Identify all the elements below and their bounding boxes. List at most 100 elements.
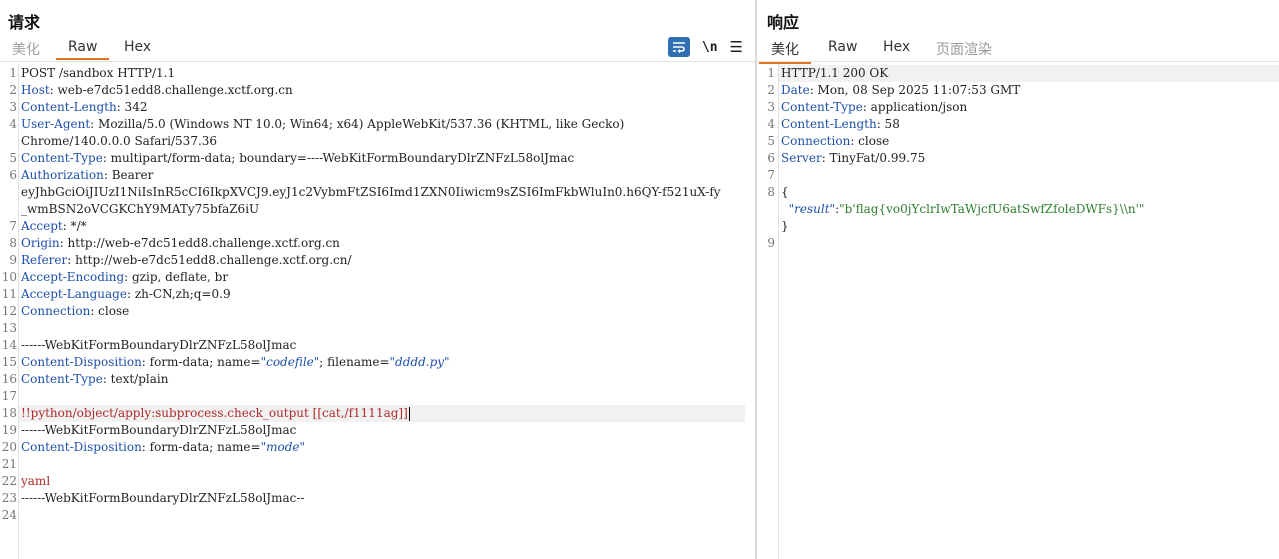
line-number: 23 [1, 491, 17, 505]
code-line: _wmBSN2oVCGKChY9MATy75bfaZ6iU [19, 201, 755, 218]
code-line: ------WebKitFormBoundaryDlrZNFzL58olJmac… [19, 490, 755, 507]
code-line: yaml [19, 473, 755, 490]
header-key: Content-Type [21, 372, 103, 386]
response-tab-pretty[interactable]: 美化 [759, 39, 811, 64]
request-tab-raw[interactable]: Raw [55, 39, 111, 60]
code-line: Date: Mon, 08 Sep 2025 11:07:53 GMT [779, 82, 1279, 99]
line-number: 9 [9, 253, 17, 267]
response-editor[interactable]: 1 2 3 4 5 6 7 8 9 HTTP/1.1 200 OK Date: Mon, 08 S… [757, 64, 1279, 559]
code-line: !!python/object/apply:subprocess.check_o… [19, 405, 745, 422]
code-text: : */* [62, 219, 87, 233]
code-line: User-Agent: Mozilla/5.0 (Windows NT 10.0… [19, 116, 755, 133]
code-line: Origin: http://web-e7dc51edd8.challenge.… [19, 235, 755, 252]
header-key: Accept-Encoding [21, 270, 125, 284]
code-line: Content-Length: 58 [779, 116, 1279, 133]
line-number: 17 [1, 389, 17, 403]
request-toolbar: \n ☰ [667, 36, 743, 58]
line-number: 1 [9, 66, 17, 80]
code-text: "codefile" [260, 355, 320, 369]
code-line: Referer: http://web-e7dc51edd8.challenge… [19, 252, 755, 269]
code-text: : Bearer [103, 168, 154, 182]
code-text: : web-e7dc51edd8.challenge.xctf.org.cn [49, 83, 293, 97]
code-text: ------WebKitFormBoundaryDlrZNFzL58olJmac [21, 338, 297, 352]
line-number: 14 [1, 338, 17, 352]
header-key: Date [781, 83, 810, 97]
code-text: "result" [788, 202, 836, 216]
header-key: Connection [21, 304, 91, 318]
header-key: Origin [21, 236, 60, 250]
response-tab-raw[interactable]: Raw [828, 39, 857, 55]
line-number: 13 [1, 321, 17, 335]
line-number: 20 [1, 440, 17, 454]
code-line: HTTP/1.1 200 OK [779, 65, 1279, 82]
code-text: : http://web-e7dc51edd8.challenge.xctf.o… [59, 236, 340, 250]
line-number: 6 [767, 151, 775, 165]
code-line: "result":"b'flag{vo0jYclrIwTaWjcfU6atSwf… [779, 201, 1279, 218]
code-text: ------WebKitFormBoundaryDlrZNFzL58olJmac… [21, 491, 305, 505]
line-number: 4 [767, 117, 775, 131]
line-number: 24 [1, 508, 17, 522]
header-key: Content-Type [781, 100, 863, 114]
line-number: 2 [767, 83, 775, 97]
request-editor[interactable]: 1 2 3 4 5 6 7 8 9 10 11 12 13 14 15 16 17 18 19 20 21 22 23 24 … [0, 64, 755, 559]
code-text: : zh-CN,zh;q=0.9 [126, 287, 231, 301]
response-tabs: 美化 Raw Hex 页面渲染 [757, 36, 1279, 64]
line-number: 12 [1, 304, 17, 318]
response-pane: 响应 美化 Raw Hex 页面渲染 1 2 3 4 5 6 7 8 9 HTTP/1.1 20… [757, 0, 1279, 559]
line-number: 21 [1, 457, 17, 471]
request-tab-hex[interactable]: Hex [124, 39, 151, 55]
header-key: User-Agent [21, 117, 91, 131]
header-key: Accept-Language [21, 287, 127, 301]
code-line: Accept-Language: zh-CN,zh;q=0.9 [19, 286, 755, 303]
code-text: : gzip, deflate, br [124, 270, 229, 284]
line-number: 10 [1, 270, 17, 284]
code-text: : close [90, 304, 130, 318]
line-number: 3 [767, 100, 775, 114]
code-text: : application/json [862, 100, 968, 114]
header-key: Content-Disposition [21, 440, 142, 454]
code-line: Content-Type: multipart/form-data; bound… [19, 150, 755, 167]
request-pane: 请求 美化 Raw Hex \n ☰ 1 2 3 4 5 6 7 8 9 10 11 12 13 14 15… [0, 0, 755, 559]
code-text: : 58 [876, 117, 900, 131]
line-number: 7 [9, 219, 17, 233]
header-key: Content-Length [21, 100, 117, 114]
code-text: } [781, 219, 789, 233]
code-text: !!python/object/apply:subprocess.check_o… [21, 406, 408, 420]
code-line: Accept: */* [19, 218, 755, 235]
line-number: 19 [1, 423, 17, 437]
newline-toggle-button[interactable]: \n [702, 40, 718, 55]
code-text: eyJhbGciOiJIUzI1NiIsInR5cCI6IkpXVCJ9.eyJ… [21, 185, 721, 199]
line-number: 8 [9, 236, 17, 250]
text-cursor [408, 406, 410, 421]
line-number: 11 [1, 287, 17, 301]
response-tab-hex[interactable]: Hex [883, 39, 910, 55]
line-number: 16 [1, 372, 17, 386]
code-text: "dddd.py" [389, 355, 450, 369]
request-gutter: 1 2 3 4 5 6 7 8 9 10 11 12 13 14 15 16 17 18 19 20 21 22 23 24 [0, 64, 19, 559]
line-number: 7 [767, 168, 775, 182]
menu-icon[interactable]: ☰ [730, 38, 743, 56]
wrap-lines-icon[interactable] [667, 37, 690, 57]
code-text: "mode" [260, 440, 306, 454]
code-text: : Mozilla/5.0 (Windows NT 10.0; Win64; x… [90, 117, 625, 131]
response-tab-render[interactable]: 页面渲染 [936, 39, 992, 59]
code-text: : 342 [116, 100, 148, 114]
line-number: 9 [767, 236, 775, 250]
code-line: POST /sandbox HTTP/1.1 [19, 65, 755, 82]
request-tabs: 美化 Raw Hex [0, 36, 755, 62]
code-text: : form-data; name= [141, 440, 261, 454]
header-key: Authorization [21, 168, 104, 182]
request-tab-pretty[interactable]: 美化 [12, 39, 40, 59]
line-number: 5 [767, 134, 775, 148]
code-text: : close [850, 134, 890, 148]
response-title: 响应 [767, 13, 800, 32]
header-key: Content-Length [781, 117, 877, 131]
header-key: Host [21, 83, 50, 97]
line-number: 6 [9, 168, 17, 182]
code-text: _wmBSN2oVCGKChY9MATy75bfaZ6iU [21, 202, 260, 216]
line-number: 2 [9, 83, 17, 97]
code-text: "b'flag{vo0jYclrIwTaWjcfU6atSwfZfoleDWFs… [839, 202, 1145, 216]
header-key: Connection [781, 134, 851, 148]
code-text: { [781, 185, 789, 199]
